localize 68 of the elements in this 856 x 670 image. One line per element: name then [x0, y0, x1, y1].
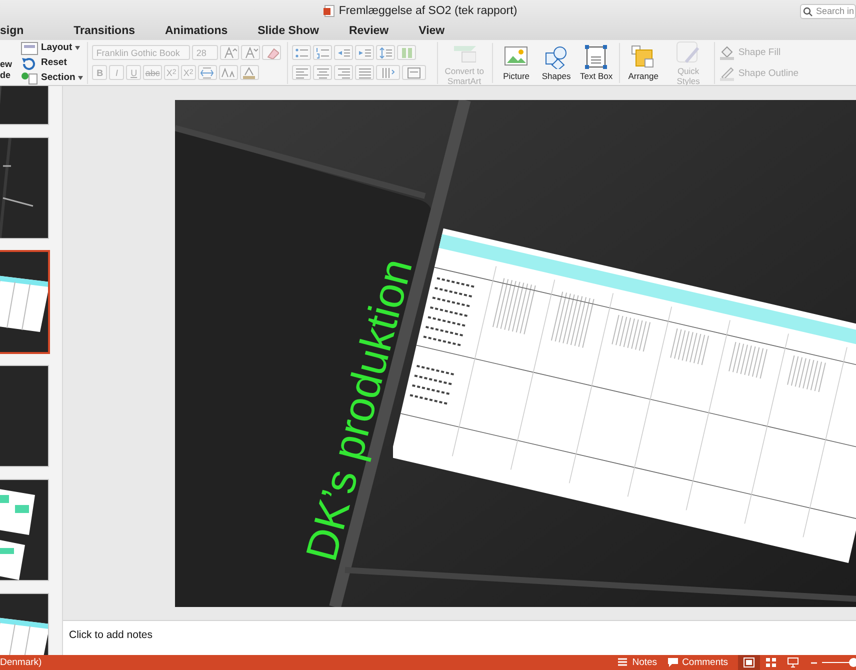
ribbon-tab[interactable]: sign — [0, 25, 24, 37]
notes-placeholder[interactable]: Click to add notes — [69, 629, 152, 641]
normal-view-icon — [743, 657, 755, 668]
align-text-icon — [407, 66, 422, 78]
view-button[interactable] — [738, 655, 760, 670]
paint-bucket-icon — [719, 44, 736, 60]
shapes-button[interactable]: Shapes — [539, 44, 574, 80]
brush-icon — [676, 40, 700, 64]
new-slide-button[interactable]: ew de — [0, 44, 15, 80]
align-right-icon — [336, 66, 351, 78]
ribbon-tab[interactable]: Transitions — [74, 25, 135, 37]
shrink-font-icon — [244, 46, 258, 58]
layout-button[interactable]: Layout — [21, 41, 84, 54]
columns-button[interactable] — [397, 45, 416, 60]
align-center-icon — [316, 66, 330, 78]
text-direction-icon — [381, 66, 396, 78]
align-text-button[interactable] — [402, 65, 426, 80]
arrange-button[interactable]: Arrange — [626, 44, 660, 80]
notes-icon — [617, 657, 630, 668]
comments-button[interactable]: Comments — [667, 657, 728, 668]
increase-indent-button[interactable] — [355, 45, 374, 60]
justify-icon — [358, 66, 372, 78]
decrease-indent-button[interactable] — [334, 45, 354, 60]
columns-icon — [400, 46, 414, 58]
align-center-button[interactable] — [313, 65, 332, 80]
presentation-icon — [787, 657, 799, 668]
search-field[interactable]: Search in — [800, 4, 856, 18]
reset-icon — [21, 56, 38, 70]
picture-icon — [504, 44, 528, 68]
ribbon-tab[interactable]: Animations — [165, 25, 228, 37]
align-left-icon — [294, 66, 309, 78]
search-icon — [803, 6, 814, 16]
notes-button[interactable]: Notes — [617, 657, 658, 668]
change-case-icon — [221, 66, 236, 78]
align-left-button[interactable] — [292, 65, 312, 80]
ribbon-tab[interactable]: Review — [348, 25, 389, 37]
line-spacing-button[interactable] — [376, 45, 396, 60]
font-color-icon — [242, 66, 256, 78]
bullet-list-icon — [294, 46, 309, 58]
picture-button[interactable]: Picture — [499, 44, 534, 80]
grow-font-icon — [222, 46, 237, 58]
align-right-button[interactable] — [334, 65, 354, 80]
numbered-list-icon — [316, 46, 330, 58]
reset-button[interactable]: Reset — [21, 56, 84, 69]
character-spacing-icon — [200, 66, 214, 78]
text-box-icon — [584, 44, 608, 68]
ribbon-tab[interactable]: View — [418, 25, 445, 37]
line-spacing-icon — [378, 46, 393, 58]
zoom-slider[interactable] — [848, 658, 856, 667]
numbered-list-button[interactable] — [313, 45, 332, 60]
increase-indent-icon — [358, 46, 372, 58]
pencil-icon — [719, 65, 736, 81]
document-icon — [322, 5, 335, 17]
language-label: Denmark) — [0, 657, 42, 668]
section-button[interactable]: Section — [21, 71, 84, 84]
eraser-icon — [264, 46, 279, 58]
justify-button[interactable] — [355, 65, 374, 80]
bullet-list-button[interactable] — [292, 45, 312, 60]
textbox-button[interactable]: Text Box — [579, 44, 614, 80]
speech-bubble-icon — [667, 657, 680, 668]
shapes-icon — [544, 44, 568, 68]
slide-sorter-icon — [765, 657, 777, 668]
text-direction-button[interactable] — [376, 65, 400, 80]
window-title: Fremlæggelse af SO2 (tek rapport) — [338, 5, 518, 17]
slide-title: DK’s produktion — [297, 254, 423, 566]
ribbon-tab[interactable]: Slide Show — [258, 25, 319, 37]
arrange-icon — [631, 44, 656, 68]
decrease-indent-icon — [336, 46, 351, 58]
